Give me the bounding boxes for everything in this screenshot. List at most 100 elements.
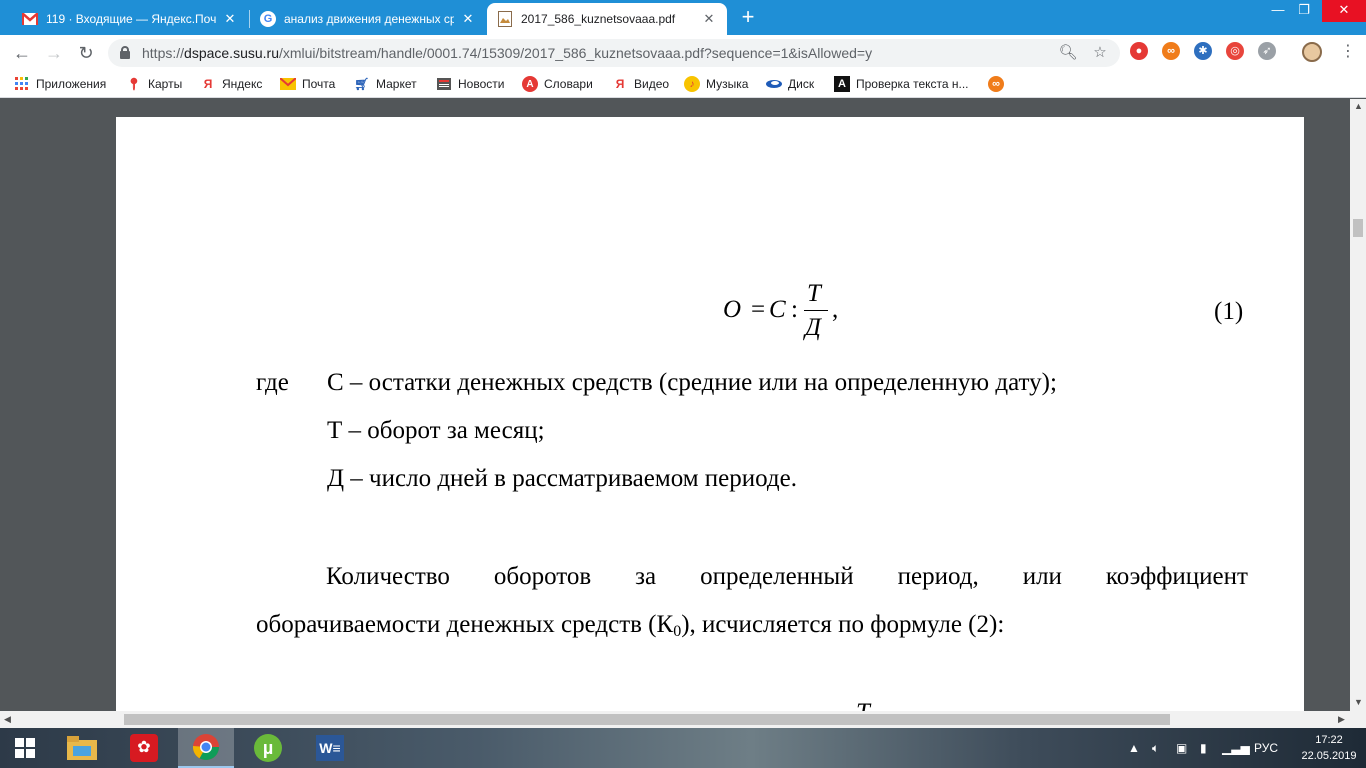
- system-clock[interactable]: 17:22 22.05.2019: [1300, 732, 1358, 764]
- url-text[interactable]: https://dspace.susu.ru/xmlui/bitstream/h…: [142, 39, 872, 67]
- signal-icon[interactable]: ▁▃▅: [1222, 728, 1250, 768]
- bookmark-label: Новости: [458, 77, 505, 91]
- bookmark-label: Маркет: [376, 77, 417, 91]
- windows-start-icon[interactable]: [0, 728, 50, 768]
- paragraph-line-2: оборачиваемости денежных средств (К0), и…: [256, 611, 1005, 640]
- horizontal-scroll-thumb[interactable]: [124, 714, 1170, 725]
- mail-icon: [280, 76, 296, 92]
- chrome-icon[interactable]: [178, 728, 234, 768]
- battery-icon[interactable]: ▮: [1200, 728, 1207, 768]
- bookmarks-bar: Приложения 📍︎ Карты Я Яндекс Почта 🛒︎ Ма…: [0, 70, 1366, 98]
- bookmark-label: Приложения: [36, 77, 107, 91]
- disk-icon: [766, 76, 782, 92]
- clock-date: 22.05.2019: [1301, 750, 1357, 762]
- paragraph-line-1: Количество оборотов за определенный пери…: [326, 563, 1248, 591]
- bookmark-infinity[interactable]: ∞: [988, 75, 1010, 93]
- vertical-scrollbar[interactable]: ▲ ▼: [1350, 99, 1366, 711]
- formula-equals: =: [751, 296, 766, 323]
- infinity-icon: ∞: [988, 76, 1004, 92]
- close-tab-icon[interactable]: ✕: [701, 11, 717, 27]
- target-extension-icon[interactable]: ◎: [1226, 42, 1244, 60]
- bookmark-maps[interactable]: 📍︎ Карты: [126, 75, 182, 93]
- file-explorer-icon[interactable]: [54, 728, 110, 768]
- bookmark-disk[interactable]: Диск: [766, 75, 814, 93]
- bookmark-label: Почта: [302, 77, 336, 91]
- horizontal-scrollbar[interactable]: ◀ ▶: [0, 711, 1366, 728]
- forward-arrow-icon[interactable]: →: [42, 41, 66, 65]
- bookmark-label: Видео: [634, 77, 670, 91]
- bookmark-mail[interactable]: Почта: [280, 75, 335, 93]
- windows-taskbar: ✿ µ W≡ ▲ 🔈︎ ▣ ▮ ▁▃▅ РУС 17:22 22.05.2019: [0, 728, 1366, 768]
- music-icon: ♪: [684, 76, 700, 92]
- close-tab-icon[interactable]: ✕: [460, 11, 476, 27]
- bookmark-market[interactable]: 🛒︎ Маркет: [354, 75, 417, 93]
- bookmark-star-icon[interactable]: ☆: [1090, 43, 1110, 63]
- language-indicator[interactable]: РУС: [1254, 728, 1278, 768]
- yandex-icon: Я: [203, 77, 213, 91]
- bookmark-news[interactable]: Новости: [436, 75, 504, 93]
- window-close-icon[interactable]: ✕: [1322, 0, 1366, 22]
- reload-icon[interactable]: ↻: [74, 41, 98, 65]
- tab-google-search[interactable]: G анализ движения денежных средств ✕: [250, 3, 486, 35]
- tab-yandex-mail[interactable]: 119 · Входящие — Яндекс.Почта ✕: [12, 3, 248, 35]
- bookmark-label: Проверка текста н...: [856, 77, 969, 91]
- word-icon[interactable]: W≡: [302, 728, 358, 768]
- kebab-menu-icon[interactable]: ⋮: [1340, 42, 1356, 62]
- address-bar[interactable]: https://dspace.susu.ru/xmlui/bitstream/h…: [108, 39, 1120, 67]
- scroll-right-icon[interactable]: ▶: [1338, 714, 1345, 725]
- map-pin-icon: 📍︎: [126, 77, 142, 91]
- utorrent-icon[interactable]: µ: [240, 728, 296, 768]
- bookmark-label: Диск: [788, 77, 815, 91]
- bookmark-label: Яндекс: [222, 77, 263, 91]
- word: Количество: [326, 563, 450, 590]
- dictionary-icon: A: [522, 76, 538, 92]
- close-tab-icon[interactable]: ✕: [222, 11, 238, 27]
- tab-pdf-active[interactable]: 2017_586_kuznetsovaaa.pdf ✕: [487, 3, 727, 35]
- gmail-envelope-icon: [22, 11, 38, 27]
- legend-where: где: [256, 369, 289, 396]
- new-tab-button[interactable]: +: [736, 6, 760, 30]
- scroll-up-icon[interactable]: ▲: [1354, 101, 1363, 111]
- formula-c: С: [769, 296, 786, 323]
- pdf-viewer[interactable]: О = С : Т Д , (1) где С – остатки денежн…: [0, 99, 1350, 711]
- vk-extension-icon[interactable]: ✱: [1194, 42, 1212, 60]
- scroll-left-icon[interactable]: ◀: [4, 714, 11, 725]
- word: за: [635, 563, 657, 590]
- apps-grid-icon: [14, 76, 30, 92]
- clock-time: 17:22: [1315, 734, 1343, 746]
- vertical-scroll-thumb[interactable]: [1353, 219, 1363, 237]
- bookmark-apps[interactable]: Приложения: [14, 75, 106, 93]
- bookmark-video[interactable]: Я Видео: [612, 75, 669, 93]
- bookmark-music[interactable]: ♪ Музыка: [684, 75, 748, 93]
- bookmark-label: Карты: [148, 77, 183, 91]
- equation-number: (1): [1214, 298, 1244, 325]
- formula-numerator: Т: [807, 280, 821, 307]
- word: определенный: [700, 563, 854, 590]
- zoom-icon[interactable]: 🔍︎: [1058, 43, 1078, 63]
- fraction-bar: [804, 310, 828, 311]
- volume-icon[interactable]: 🔈︎: [1152, 728, 1159, 768]
- bookmark-yandex[interactable]: Я Яндекс: [200, 75, 263, 93]
- rocket-extension-icon[interactable]: ➶: [1258, 42, 1276, 60]
- google-g-icon: G: [260, 11, 276, 27]
- bookmark-text-check[interactable]: A Проверка текста н...: [834, 75, 969, 93]
- bookmark-label: Музыка: [706, 77, 749, 91]
- scroll-down-icon[interactable]: ▼: [1354, 697, 1363, 707]
- bookmark-dictionaries[interactable]: A Словари: [522, 75, 593, 93]
- tab-title: 2017_586_kuznetsovaaa.pdf: [521, 12, 676, 26]
- network-icon[interactable]: ▣: [1176, 728, 1187, 768]
- formula-lhs: О: [723, 296, 742, 323]
- adblock-icon[interactable]: ●: [1130, 42, 1148, 60]
- infinity-extension-icon[interactable]: ∞: [1162, 42, 1180, 60]
- text-check-icon: A: [834, 76, 850, 92]
- next-formula-partial: Т: [856, 699, 870, 711]
- back-arrow-icon[interactable]: ←: [10, 41, 34, 65]
- news-icon: [436, 76, 452, 92]
- word: коэффициент: [1105, 563, 1248, 590]
- tab-strip: 119 · Входящие — Яндекс.Почта ✕ G анализ…: [0, 0, 1366, 35]
- browser-toolbar: ← → ↻ https://dspace.susu.ru/xmlui/bitst…: [0, 35, 1366, 70]
- profile-avatar[interactable]: [1302, 42, 1322, 62]
- huawei-icon[interactable]: ✿: [116, 728, 172, 768]
- tray-expand-icon[interactable]: ▲: [1128, 728, 1140, 768]
- maximize-icon[interactable]: ❐: [1282, 0, 1326, 22]
